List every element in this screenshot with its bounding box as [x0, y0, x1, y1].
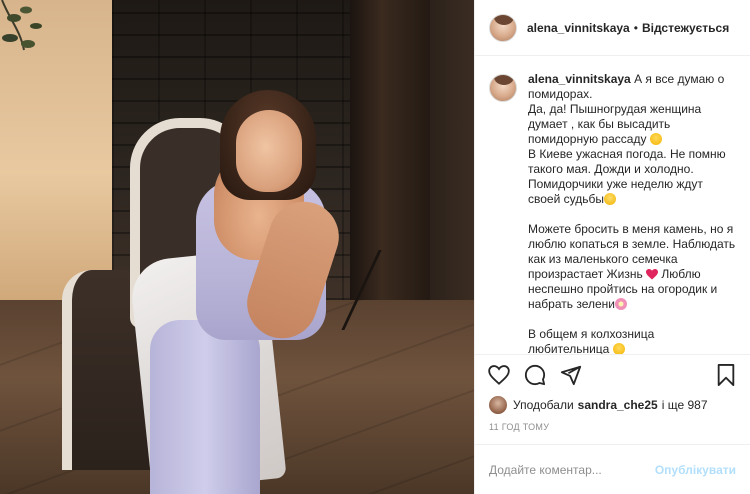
- post-photo[interactable]: [0, 0, 474, 494]
- post-comment-button[interactable]: Опублікувати: [655, 463, 736, 477]
- post-timestamp[interactable]: 11 ГОД ТОМУ: [475, 416, 750, 444]
- caption-area: alena_vinnitskaya А я все думаю о помидо…: [475, 56, 750, 354]
- liker-avatar[interactable]: [489, 396, 507, 414]
- heart-icon[interactable]: [487, 363, 511, 387]
- bookmark-icon[interactable]: [714, 363, 738, 387]
- post-side-panel: alena_vinnitskaya • Відстежується alena_…: [474, 0, 750, 494]
- header-separator: •: [633, 20, 638, 35]
- post-header: alena_vinnitskaya • Відстежується: [475, 0, 750, 56]
- liker-username[interactable]: sandra_che25: [578, 398, 658, 412]
- caption-text-5: В общем я колхозница любительница: [528, 327, 655, 354]
- author-avatar[interactable]: [489, 13, 517, 42]
- post-actions: [475, 354, 750, 394]
- caption-text-3: Можете бросить в меня камень, но я люблю…: [528, 222, 736, 281]
- photo-face: [236, 110, 302, 192]
- likes-row: Уподобали sandra_che25 і ще 987: [475, 394, 750, 416]
- post-caption: alena_vinnitskaya А я все думаю о помидо…: [528, 72, 736, 354]
- comment-input[interactable]: [489, 462, 655, 477]
- grinning-sweat-emoji: [649, 133, 662, 145]
- caption-author-avatar[interactable]: [489, 74, 517, 102]
- caption-username[interactable]: alena_vinnitskaya: [528, 72, 631, 86]
- caption-text-2: В Киеве ужасная погода. Не помню такого …: [528, 147, 726, 206]
- photo-trousers: [150, 320, 260, 494]
- photo-plant: [1, 0, 42, 51]
- likes-prefix: Уподобали: [513, 398, 574, 412]
- share-icon[interactable]: [559, 363, 583, 387]
- grinning-squint-emoji: [612, 343, 625, 354]
- likes-count[interactable]: і ще 987: [662, 398, 708, 412]
- author-username[interactable]: alena_vinnitskaya: [527, 21, 630, 35]
- worried-emoji: [603, 193, 616, 205]
- red-heart-emoji: [646, 269, 659, 280]
- instagram-post: alena_vinnitskaya • Відстежується alena_…: [0, 0, 750, 494]
- flower-emoji: [615, 298, 627, 310]
- comment-icon[interactable]: [523, 363, 547, 387]
- comment-bar: Опублікувати: [475, 444, 750, 494]
- follow-status-button[interactable]: Відстежується: [642, 21, 729, 35]
